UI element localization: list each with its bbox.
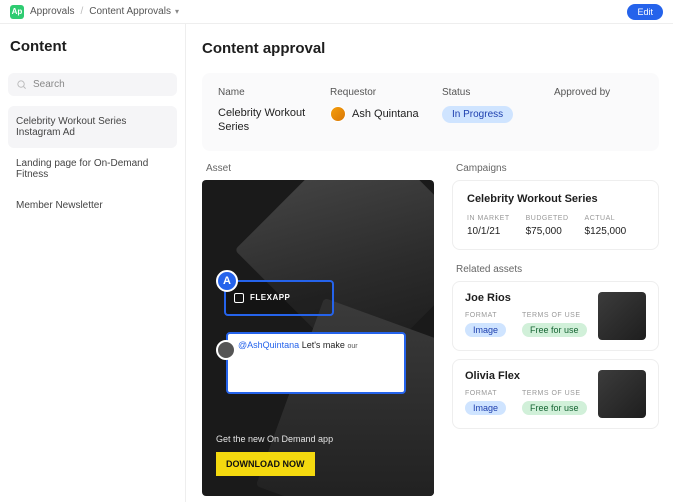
campaign-v: $125,000 xyxy=(585,226,627,237)
related-asset-card[interactable]: Olivia Flex Format Image Terms of use Fr… xyxy=(452,359,659,429)
comment-box[interactable]: @AshQuintana Let's make our xyxy=(226,332,406,394)
breadcrumb-separator: / xyxy=(80,6,83,17)
thumbnail xyxy=(598,370,646,418)
related-asset-card[interactable]: Joe Rios Format Image Terms of use Free … xyxy=(452,281,659,351)
requestor[interactable]: Ash Quintana xyxy=(330,106,430,122)
campaign-v: $75,000 xyxy=(526,226,569,237)
terms-label: Terms of use xyxy=(522,390,587,397)
app-badge: Ap xyxy=(10,5,24,19)
campaigns-section-label: Campaigns xyxy=(456,163,659,174)
comment-body: Let's make xyxy=(302,340,345,350)
topbar: Ap Approvals / Content Approvals ▾ Edit xyxy=(0,0,673,24)
col-requestor-label: Requestor xyxy=(330,87,430,98)
terms-badge: Free for use xyxy=(522,323,587,337)
breadcrumb-root[interactable]: Approvals xyxy=(30,6,74,17)
terms-label: Terms of use xyxy=(522,312,587,319)
breadcrumb-current-label: Content Approvals xyxy=(89,6,171,17)
thumbnail xyxy=(598,292,646,340)
format-badge: Image xyxy=(465,401,506,415)
page-title: Content approval xyxy=(202,40,659,57)
annotation-region[interactable]: FLEXAPP xyxy=(224,280,334,316)
campaign-card[interactable]: Celebrity Workout Series In Market 10/1/… xyxy=(452,180,659,250)
col-approvedby-label: Approved by xyxy=(554,87,610,98)
main: Content approval Name Celebrity Workout … xyxy=(186,24,673,502)
app-label: FLEXAPP xyxy=(250,293,290,302)
download-button[interactable]: DOWNLOAD NOW xyxy=(216,452,315,476)
sidebar-item[interactable]: Member Newsletter xyxy=(8,190,177,221)
campaign-k: Budgeted xyxy=(526,215,569,222)
sidebar-item[interactable]: Landing page for On-Demand Fitness xyxy=(8,148,177,190)
campaign-v: 10/1/21 xyxy=(467,226,510,237)
campaign-k: Actual xyxy=(585,215,627,222)
breadcrumb: Ap Approvals / Content Approvals ▾ xyxy=(10,5,179,19)
col-name-label: Name xyxy=(218,87,318,98)
status-badge: In Progress xyxy=(442,106,513,123)
related-asset-name: Joe Rios xyxy=(465,292,587,304)
mention: @AshQuintana xyxy=(238,340,299,350)
asset-section-label: Asset xyxy=(206,163,442,174)
sidebar-item[interactable]: Celebrity Workout Series Instagram Ad xyxy=(8,106,177,148)
col-status-label: Status xyxy=(442,87,542,98)
search-input[interactable]: Search xyxy=(8,73,177,96)
approval-summary: Name Celebrity Workout Series Requestor … xyxy=(202,73,659,151)
avatar xyxy=(216,340,236,360)
comment-tail: our xyxy=(347,343,357,350)
chevron-down-icon: ▾ xyxy=(175,7,179,16)
terms-badge: Free for use xyxy=(522,401,587,415)
campaign-title: Celebrity Workout Series xyxy=(467,193,644,205)
asset-preview[interactable]: A FLEXAPP @AshQuintana Let's make our xyxy=(202,180,434,496)
comment-text: @AshQuintana Let's make our xyxy=(228,334,366,392)
record-name: Celebrity Workout Series xyxy=(218,106,318,135)
sidebar-title: Content xyxy=(10,38,177,55)
breadcrumb-current[interactable]: Content Approvals ▾ xyxy=(89,6,179,17)
search-icon xyxy=(16,79,27,90)
app-icon xyxy=(234,293,244,303)
format-badge: Image xyxy=(465,323,506,337)
annotation-pin[interactable]: A xyxy=(216,270,238,292)
avatar xyxy=(330,106,346,122)
edit-button[interactable]: Edit xyxy=(627,4,663,20)
related-asset-name: Olivia Flex xyxy=(465,370,587,382)
search-placeholder: Search xyxy=(33,79,65,90)
requestor-name: Ash Quintana xyxy=(352,107,419,121)
format-label: Format xyxy=(465,390,506,397)
format-label: Format xyxy=(465,312,506,319)
asset-copy: Get the new On Demand app xyxy=(216,434,333,444)
sidebar: Content Search Celebrity Workout Series … xyxy=(0,24,186,502)
related-section-label: Related assets xyxy=(456,264,659,275)
campaign-k: In Market xyxy=(467,215,510,222)
